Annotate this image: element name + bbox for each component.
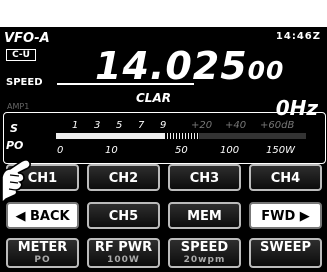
po-tick: 10	[105, 145, 118, 156]
po-tick: 150W	[266, 145, 295, 156]
fwd-label: FWD	[261, 209, 296, 224]
speed-indicator-line	[57, 83, 194, 85]
po-tick: 100	[220, 145, 240, 156]
speed-label: SPEED	[6, 77, 43, 88]
po-meter-bar	[56, 133, 306, 139]
rf-power-button[interactable]: RF PWR 100W	[87, 238, 160, 268]
s-tick: 3	[94, 120, 101, 131]
s-tick: 9	[160, 120, 167, 131]
fwd-button[interactable]: FWD ▶	[249, 202, 322, 229]
ch5-button[interactable]: CH5	[87, 202, 160, 229]
s-tick: 7	[138, 120, 145, 131]
clar-label: CLAR	[136, 91, 171, 105]
mode-tag: C-U	[6, 49, 36, 61]
sweep-button[interactable]: SWEEP	[249, 238, 322, 268]
frequency-main: 14.025	[95, 44, 248, 88]
ch4-button[interactable]: CH4	[249, 164, 322, 191]
ch3-button[interactable]: CH3	[168, 164, 241, 191]
pointing-hand-icon	[1, 159, 31, 205]
speed-button-value: 20wpm	[183, 255, 226, 265]
sweep-button-label: SWEEP	[260, 240, 311, 255]
rf-power-button-label: RF PWR	[94, 240, 153, 255]
back-arrow-icon: ◀	[15, 209, 26, 224]
mem-button[interactable]: MEM	[168, 202, 241, 229]
back-label: BACK	[29, 209, 70, 224]
po-tick: 50	[175, 145, 188, 156]
frequency-small: 00	[247, 56, 285, 85]
speed-button[interactable]: SPEED 20wpm	[168, 238, 241, 268]
fwd-arrow-icon: ▶	[299, 209, 310, 224]
s-tick: 1	[72, 120, 79, 131]
vfo-label: VFO-A	[4, 31, 50, 46]
s-tick: +60dB	[260, 120, 295, 131]
s-tick: +40	[225, 120, 247, 131]
meter-button[interactable]: METER PO	[6, 238, 79, 268]
s-tick: 5	[116, 120, 123, 131]
radio-display: VFO-A C-U 14:46Z 14.02500 SPEED AMP1 CLA…	[0, 27, 327, 272]
s-meter-label: S	[10, 122, 18, 135]
rf-power-button-value: 100W	[107, 255, 140, 265]
speed-button-label: SPEED	[180, 240, 229, 255]
s-tick: +20	[191, 120, 213, 131]
ch2-button[interactable]: CH2	[87, 164, 160, 191]
po-meter-fill	[56, 133, 164, 139]
amp-label: AMP1	[7, 102, 30, 111]
po-meter-peak	[164, 133, 199, 139]
meter-button-value: PO	[34, 255, 51, 265]
back-button[interactable]: ◀ BACK	[6, 202, 79, 229]
meter-button-label: METER	[17, 240, 68, 255]
po-tick: 0	[57, 145, 64, 156]
clock: 14:46Z	[275, 31, 321, 42]
